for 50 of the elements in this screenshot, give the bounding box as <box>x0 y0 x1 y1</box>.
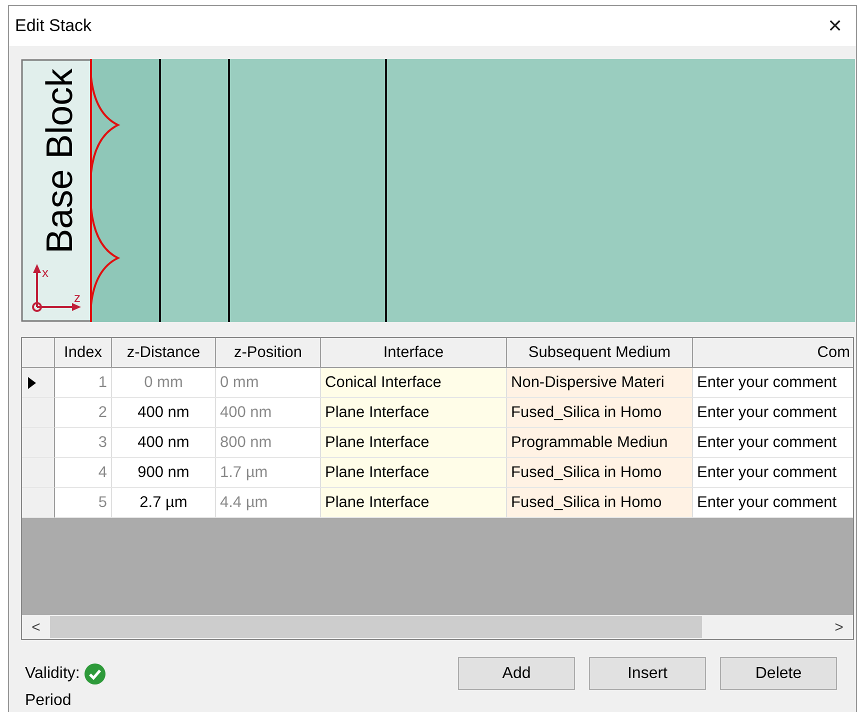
column-header[interactable]: z-Position <box>216 338 321 368</box>
table-cell: Plane Interface <box>321 458 507 488</box>
axis-drawing: x z <box>32 264 81 312</box>
column-header[interactable]: Subsequent Medium <box>507 338 693 368</box>
table-cell: Enter your comment <box>693 428 853 458</box>
action-button[interactable]: Insert <box>589 657 706 690</box>
table-cell: 4 <box>55 458 112 488</box>
table-cell: Non-Dispersive Materi <box>507 368 693 398</box>
table-cell: Enter your comment <box>693 368 853 398</box>
table-cell: Fused_Silica in Homo <box>507 458 693 488</box>
column-header[interactable]: Com <box>693 338 853 368</box>
table-cell: 900 nm <box>112 458 216 488</box>
base-block-label: Base Block <box>39 68 80 254</box>
table-cell: 2.7 µm <box>112 488 216 518</box>
table-cell: Enter your comment <box>693 458 853 488</box>
validity-label: Validity: <box>25 664 80 682</box>
table-cell: Fused_Silica in Homo <box>507 398 693 428</box>
action-button[interactable]: Add <box>458 657 575 690</box>
table-cell: Fused_Silica in Homo <box>507 488 693 518</box>
scroll-right-button[interactable]: > <box>825 618 853 636</box>
table-cell: Plane Interface <box>321 428 507 458</box>
scrollbar-thumb[interactable] <box>50 616 702 638</box>
current-row-icon <box>28 376 36 388</box>
table-cell: 1.7 µm <box>216 458 321 488</box>
table-cell: 1 <box>55 368 112 398</box>
table-cell: 0 mm <box>216 368 321 398</box>
table-cell: 400 nm <box>216 398 321 428</box>
column-header[interactable]: Index <box>55 338 112 368</box>
table-cell: Conical Interface <box>321 368 507 398</box>
table-cell: 2 <box>55 398 112 428</box>
table-cell: Plane Interface <box>321 488 507 518</box>
period-label: Period <box>24 691 72 710</box>
column-header[interactable]: z-Distance <box>112 338 216 368</box>
table-cell: Plane Interface <box>321 398 507 428</box>
table-cell: 4.4 µm <box>216 488 321 518</box>
table-cell: 800 nm <box>216 428 321 458</box>
scroll-left-button[interactable]: < <box>22 618 50 636</box>
table-cell: Enter your comment <box>693 488 853 518</box>
close-icon[interactable]: ✕ <box>820 15 850 37</box>
table-cell: Enter your comment <box>693 398 853 428</box>
table-cell: 3 <box>55 428 112 458</box>
window-title: Edit Stack <box>15 16 92 36</box>
row-header[interactable] <box>22 368 55 398</box>
table-cell: 0 mm <box>112 368 216 398</box>
table-cell: 5 <box>55 488 112 518</box>
action-button[interactable]: Delete <box>720 657 837 690</box>
table-cell: 400 nm <box>112 428 216 458</box>
table-cell: Programmable Mediun <box>507 428 693 458</box>
column-header[interactable]: Interface <box>321 338 507 368</box>
table-cell: 400 nm <box>112 398 216 428</box>
